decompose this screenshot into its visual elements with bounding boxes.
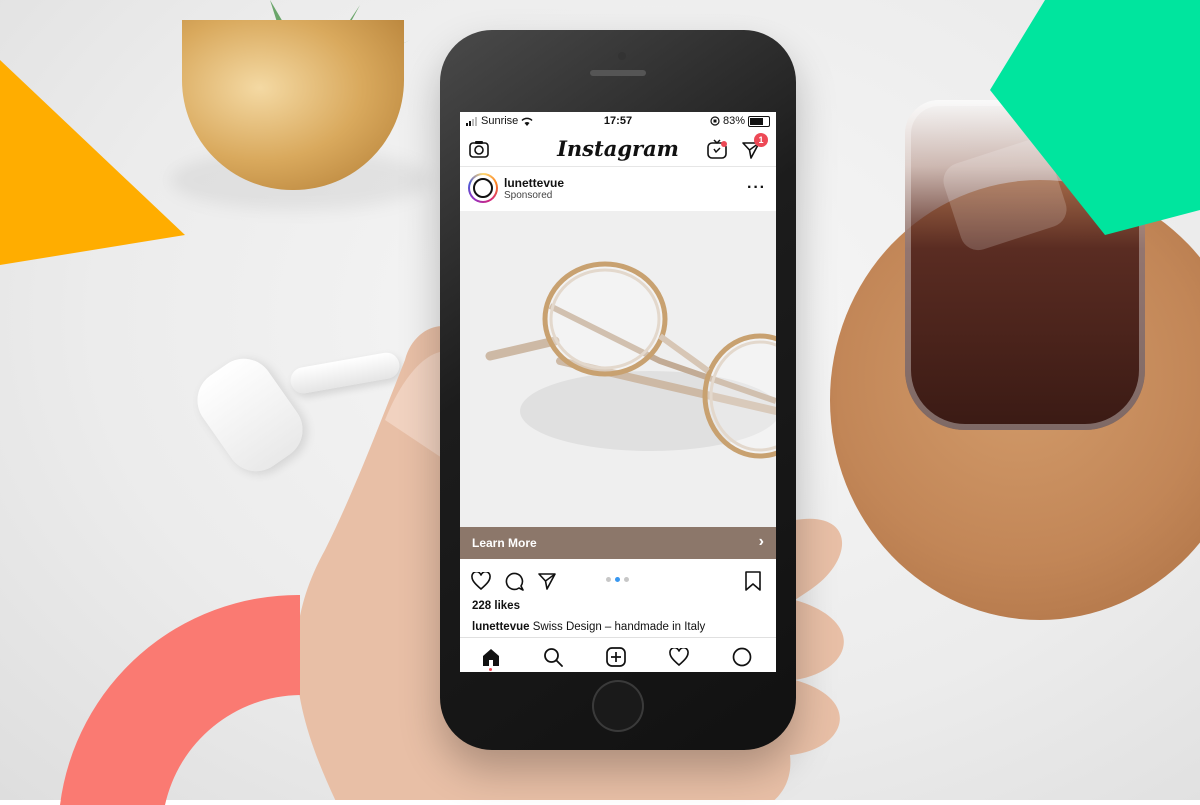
- chevron-right-icon: ›: [758, 533, 764, 550]
- battery-icon: [748, 115, 770, 127]
- like-button[interactable]: [470, 570, 492, 592]
- nav-home[interactable]: [480, 646, 502, 668]
- share-button[interactable]: [536, 570, 558, 592]
- sponsored-label: Sponsored: [504, 190, 553, 201]
- eyeglasses-photo: [485, 261, 776, 459]
- caption-text: Swiss Design – handmade in Italy: [532, 621, 706, 633]
- direct-message-button[interactable]: 1: [740, 133, 768, 161]
- carousel-dot: [606, 577, 611, 582]
- earpiece-speaker: [590, 70, 646, 76]
- decorative-square: [990, 0, 1200, 235]
- top-nav-bar: Instagram 1: [460, 132, 776, 167]
- orientation-lock-icon: [710, 116, 720, 126]
- notification-badge: 1: [754, 133, 768, 147]
- nav-new-post[interactable]: [605, 646, 627, 668]
- bottom-nav-bar: [460, 637, 776, 672]
- share-icon: [538, 573, 556, 590]
- decorative-triangle: [0, 60, 185, 265]
- caption-username[interactable]: lunettevue: [472, 621, 530, 633]
- search-icon: [544, 648, 563, 667]
- learn-more-label: Learn More: [472, 536, 537, 550]
- like-count[interactable]: 228 likes: [472, 600, 520, 612]
- front-camera: [618, 52, 626, 60]
- nav-profile[interactable]: [731, 646, 753, 668]
- activity-icon: [669, 648, 689, 666]
- home-button[interactable]: [592, 680, 644, 732]
- igtv-icon: [707, 139, 727, 159]
- learn-more-button[interactable]: Learn More ›: [460, 527, 776, 559]
- battery-percent: 83%: [722, 115, 745, 127]
- instagram-logo: Instagram: [557, 136, 679, 161]
- nav-activity[interactable]: [668, 646, 690, 668]
- bookmark-icon: [745, 571, 761, 591]
- status-bar: Sunrise 17:57 83%: [460, 112, 776, 132]
- smartphone: Sunrise 17:57 83% Instagram 1 lunettevue…: [440, 30, 796, 750]
- profile-icon: [732, 647, 752, 667]
- instagram-screen: Sunrise 17:57 83% Instagram 1 lunettevue…: [460, 112, 776, 672]
- igtv-button[interactable]: [706, 138, 728, 160]
- carousel-dot: [624, 577, 629, 582]
- new-post-icon: [606, 647, 626, 667]
- post-image[interactable]: [460, 211, 776, 527]
- more-options-button[interactable]: ···: [747, 179, 766, 197]
- comment-button[interactable]: [503, 570, 525, 592]
- battery-fill: [750, 117, 764, 125]
- home-icon: [483, 649, 499, 666]
- nav-search[interactable]: [542, 646, 564, 668]
- carousel-indicator: [606, 577, 629, 582]
- post-actions: [460, 564, 776, 596]
- heart-icon: [471, 572, 491, 590]
- decorative-arc: [60, 594, 300, 805]
- carousel-dot: [615, 577, 620, 582]
- post-caption: lunettevue Swiss Design – handmade in It…: [472, 621, 705, 633]
- avatar[interactable]: [468, 173, 498, 203]
- post-header: lunettevue Sponsored ···: [460, 167, 776, 211]
- post-username[interactable]: lunettevue: [504, 176, 564, 190]
- comment-icon: [505, 572, 524, 591]
- save-button[interactable]: [742, 570, 764, 592]
- active-tab-indicator: [489, 668, 492, 671]
